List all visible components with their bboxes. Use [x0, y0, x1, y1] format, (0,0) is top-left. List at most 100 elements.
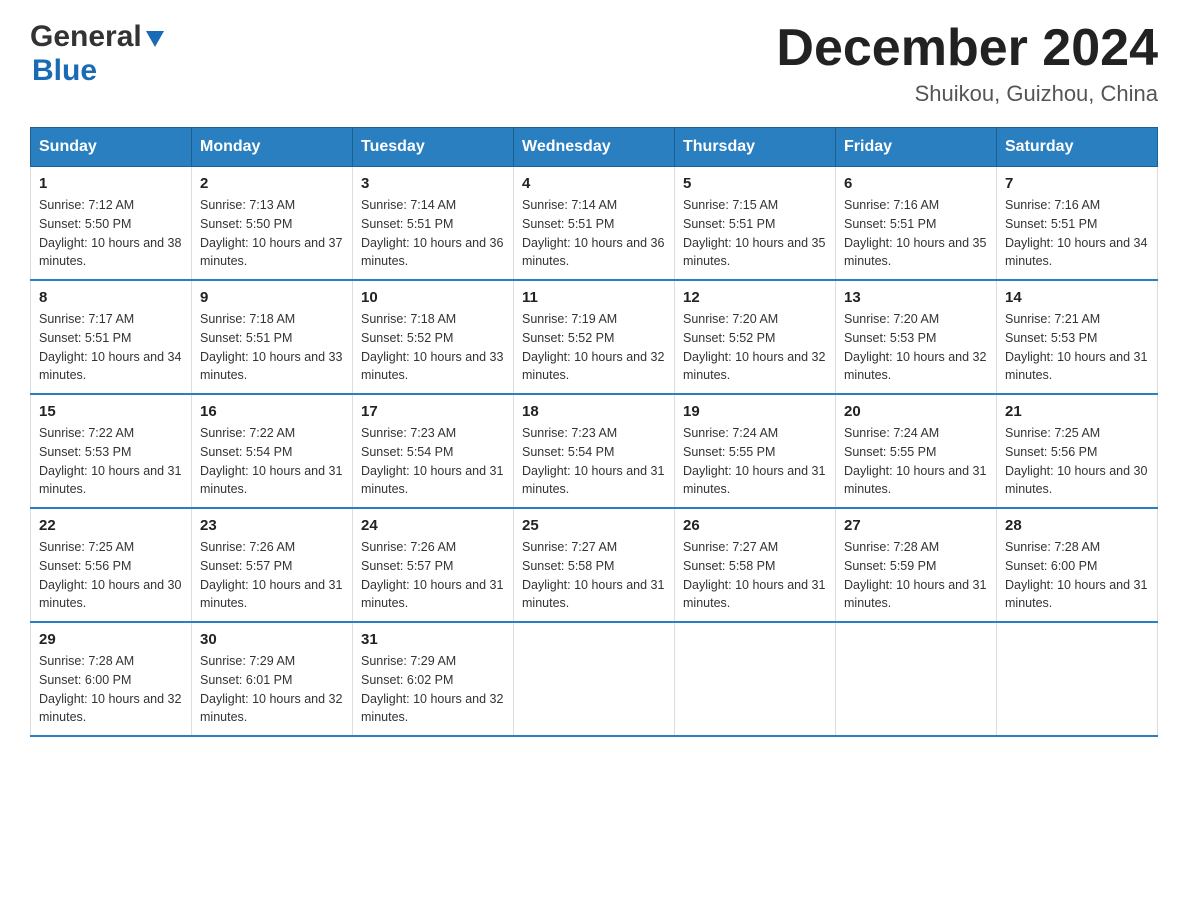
- day-number: 16: [200, 403, 344, 420]
- table-row: 23 Sunrise: 7:26 AMSunset: 5:57 PMDayligh…: [192, 508, 353, 622]
- logo-general: General: [30, 20, 142, 54]
- day-info: Sunrise: 7:26 AMSunset: 5:57 PMDaylight:…: [361, 538, 505, 613]
- calendar-week-row: 1 Sunrise: 7:12 AMSunset: 5:50 PMDaylight…: [31, 167, 1158, 281]
- day-number: 5: [683, 175, 827, 192]
- day-info: Sunrise: 7:26 AMSunset: 5:57 PMDaylight:…: [200, 538, 344, 613]
- day-info: Sunrise: 7:25 AMSunset: 5:56 PMDaylight:…: [1005, 424, 1149, 499]
- table-row: 29Sunrise: 7:28 AMSunset: 6:00 PMDayligh…: [31, 622, 192, 736]
- day-info: Sunrise: 7:23 AMSunset: 5:54 PMDaylight:…: [361, 424, 505, 499]
- table-row: 20 Sunrise: 7:24 AMSunset: 5:55 PMDayligh…: [836, 394, 997, 508]
- table-row: 13 Sunrise: 7:20 AMSunset: 5:53 PMDayligh…: [836, 280, 997, 394]
- day-info: Sunrise: 7:25 AMSunset: 5:56 PMDaylight:…: [39, 538, 183, 613]
- day-info: Sunrise: 7:21 AMSunset: 5:53 PMDaylight:…: [1005, 310, 1149, 385]
- day-info: Sunrise: 7:12 AMSunset: 5:50 PMDaylight:…: [39, 196, 183, 271]
- table-row: 2 Sunrise: 7:13 AMSunset: 5:50 PMDaylight…: [192, 167, 353, 281]
- day-number: 12: [683, 289, 827, 306]
- col-sunday: Sunday: [31, 128, 192, 167]
- col-wednesday: Wednesday: [514, 128, 675, 167]
- day-info: Sunrise: 7:13 AMSunset: 5:50 PMDaylight:…: [200, 196, 344, 271]
- day-number: 25: [522, 517, 666, 534]
- day-info: Sunrise: 7:14 AMSunset: 5:51 PMDaylight:…: [522, 196, 666, 271]
- day-info: Sunrise: 7:24 AMSunset: 5:55 PMDaylight:…: [844, 424, 988, 499]
- day-number: 28: [1005, 517, 1149, 534]
- table-row: 4 Sunrise: 7:14 AMSunset: 5:51 PMDaylight…: [514, 167, 675, 281]
- day-number: 29: [39, 631, 183, 648]
- table-row: 16 Sunrise: 7:22 AMSunset: 5:54 PMDayligh…: [192, 394, 353, 508]
- col-saturday: Saturday: [997, 128, 1158, 167]
- table-row: [514, 622, 675, 736]
- table-row: 14Sunrise: 7:21 AMSunset: 5:53 PMDayligh…: [997, 280, 1158, 394]
- day-info: Sunrise: 7:17 AMSunset: 5:51 PMDaylight:…: [39, 310, 183, 385]
- table-row: 31 Sunrise: 7:29 AMSunset: 6:02 PMDayligh…: [353, 622, 514, 736]
- table-row: 22 Sunrise: 7:25 AMSunset: 5:56 PMDayligh…: [31, 508, 192, 622]
- logo-triangle-icon: [144, 27, 166, 49]
- day-number: 30: [200, 631, 344, 648]
- logo-blue-text: Blue: [32, 54, 97, 87]
- day-number: 8: [39, 289, 183, 306]
- day-number: 3: [361, 175, 505, 192]
- day-number: 18: [522, 403, 666, 420]
- col-tuesday: Tuesday: [353, 128, 514, 167]
- calendar-header-row: Sunday Monday Tuesday Wednesday Thursday…: [31, 128, 1158, 167]
- table-row: 28 Sunrise: 7:28 AMSunset: 6:00 PMDayligh…: [997, 508, 1158, 622]
- col-friday: Friday: [836, 128, 997, 167]
- table-row: 15 Sunrise: 7:22 AMSunset: 5:53 PMDayligh…: [31, 394, 192, 508]
- table-row: 8 Sunrise: 7:17 AMSunset: 5:51 PMDaylight…: [31, 280, 192, 394]
- day-info: Sunrise: 7:29 AMSunset: 6:01 PMDaylight:…: [200, 652, 344, 727]
- day-number: 22: [39, 517, 183, 534]
- day-number: 31: [361, 631, 505, 648]
- col-monday: Monday: [192, 128, 353, 167]
- calendar-week-row: 15 Sunrise: 7:22 AMSunset: 5:53 PMDayligh…: [31, 394, 1158, 508]
- day-info: Sunrise: 7:22 AMSunset: 5:54 PMDaylight:…: [200, 424, 344, 499]
- table-row: 25Sunrise: 7:27 AMSunset: 5:58 PMDayligh…: [514, 508, 675, 622]
- table-row: 5 Sunrise: 7:15 AMSunset: 5:51 PMDaylight…: [675, 167, 836, 281]
- day-number: 9: [200, 289, 344, 306]
- table-row: 24 Sunrise: 7:26 AMSunset: 5:57 PMDayligh…: [353, 508, 514, 622]
- calendar-week-row: 8 Sunrise: 7:17 AMSunset: 5:51 PMDaylight…: [31, 280, 1158, 394]
- table-row: 27Sunrise: 7:28 AMSunset: 5:59 PMDayligh…: [836, 508, 997, 622]
- col-thursday: Thursday: [675, 128, 836, 167]
- logo-line2: Blue: [30, 54, 97, 88]
- day-info: Sunrise: 7:18 AMSunset: 5:52 PMDaylight:…: [361, 310, 505, 385]
- day-info: Sunrise: 7:19 AMSunset: 5:52 PMDaylight:…: [522, 310, 666, 385]
- day-number: 15: [39, 403, 183, 420]
- table-row: 19Sunrise: 7:24 AMSunset: 5:55 PMDayligh…: [675, 394, 836, 508]
- day-number: 6: [844, 175, 988, 192]
- day-info: Sunrise: 7:28 AMSunset: 6:00 PMDaylight:…: [1005, 538, 1149, 613]
- day-info: Sunrise: 7:15 AMSunset: 5:51 PMDaylight:…: [683, 196, 827, 271]
- day-number: 1: [39, 175, 183, 192]
- day-number: 4: [522, 175, 666, 192]
- table-row: 10 Sunrise: 7:18 AMSunset: 5:52 PMDayligh…: [353, 280, 514, 394]
- day-number: 2: [200, 175, 344, 192]
- day-info: Sunrise: 7:20 AMSunset: 5:52 PMDaylight:…: [683, 310, 827, 385]
- table-row: 12 Sunrise: 7:20 AMSunset: 5:52 PMDayligh…: [675, 280, 836, 394]
- day-number: 23: [200, 517, 344, 534]
- day-number: 21: [1005, 403, 1149, 420]
- day-info: Sunrise: 7:23 AMSunset: 5:54 PMDaylight:…: [522, 424, 666, 499]
- table-row: 3Sunrise: 7:14 AMSunset: 5:51 PMDaylight…: [353, 167, 514, 281]
- calendar-week-row: 22 Sunrise: 7:25 AMSunset: 5:56 PMDayligh…: [31, 508, 1158, 622]
- day-number: 7: [1005, 175, 1149, 192]
- day-number: 24: [361, 517, 505, 534]
- table-row: 17Sunrise: 7:23 AMSunset: 5:54 PMDayligh…: [353, 394, 514, 508]
- logo-line1: General: [30, 20, 166, 54]
- table-row: 26Sunrise: 7:27 AMSunset: 5:58 PMDayligh…: [675, 508, 836, 622]
- day-number: 20: [844, 403, 988, 420]
- day-number: 13: [844, 289, 988, 306]
- table-row: [675, 622, 836, 736]
- page-header: General Blue December 2024 Shuikou, Guiz…: [30, 20, 1158, 107]
- day-info: Sunrise: 7:20 AMSunset: 5:53 PMDaylight:…: [844, 310, 988, 385]
- title-section: December 2024 Shuikou, Guizhou, China: [776, 20, 1158, 107]
- day-number: 19: [683, 403, 827, 420]
- logo: General Blue: [30, 20, 166, 88]
- location-text: Shuikou, Guizhou, China: [776, 81, 1158, 107]
- calendar-table: Sunday Monday Tuesday Wednesday Thursday…: [30, 127, 1158, 737]
- day-info: Sunrise: 7:29 AMSunset: 6:02 PMDaylight:…: [361, 652, 505, 727]
- day-number: 11: [522, 289, 666, 306]
- day-info: Sunrise: 7:16 AMSunset: 5:51 PMDaylight:…: [1005, 196, 1149, 271]
- day-info: Sunrise: 7:27 AMSunset: 5:58 PMDaylight:…: [683, 538, 827, 613]
- table-row: 30 Sunrise: 7:29 AMSunset: 6:01 PMDayligh…: [192, 622, 353, 736]
- table-row: 21 Sunrise: 7:25 AMSunset: 5:56 PMDayligh…: [997, 394, 1158, 508]
- day-info: Sunrise: 7:22 AMSunset: 5:53 PMDaylight:…: [39, 424, 183, 499]
- day-number: 10: [361, 289, 505, 306]
